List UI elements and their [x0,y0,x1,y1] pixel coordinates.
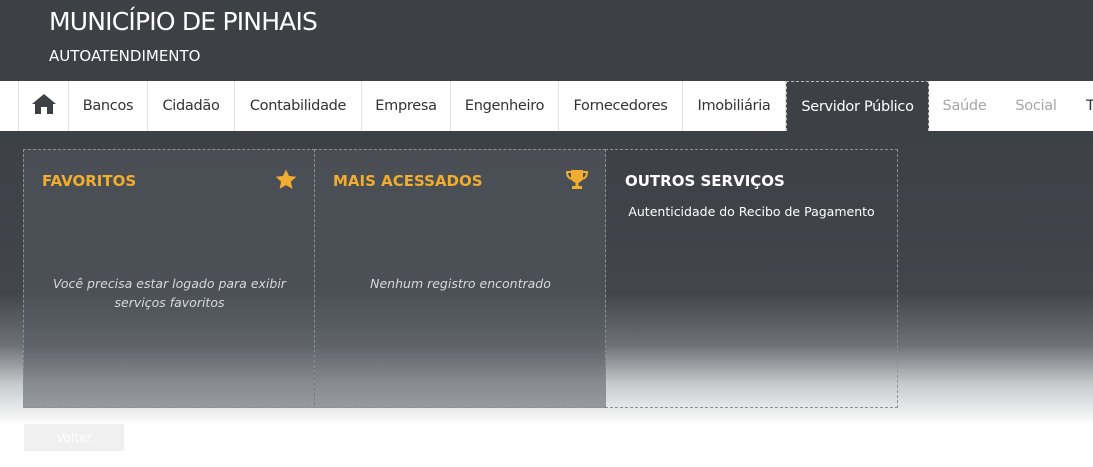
favoritos-message: Você precisa estar logado para exibir se… [53,276,286,310]
nav-item-bancos[interactable]: Bancos [69,81,148,131]
favoritos-panel: FAVORITOS Você precisa estar logado para… [23,149,315,408]
favoritos-title: FAVORITOS [42,172,137,190]
nav-item-engenheiro[interactable]: Engenheiro [451,81,559,131]
nav-item-truncated[interactable]: T [1072,81,1093,131]
nav-item-social[interactable]: Social [1000,81,1072,131]
nav-item-empresa[interactable]: Empresa [362,81,451,131]
nav-item-cidadao[interactable]: Cidadão [148,81,235,131]
home-icon [31,93,57,119]
page-subtitle: AUTOATENDIMENTO [49,47,201,65]
page-title: MUNICÍPIO DE PINHAIS [49,7,318,36]
mais-acessados-panel: MAIS ACESSADOS Nenhum registro encontrad… [314,149,606,408]
nav-item-servidor-publico[interactable]: Servidor Público [786,81,929,131]
trophy-icon [565,169,589,194]
top-nav: Bancos Cidadão Contabilidade Empresa Eng… [0,81,1093,131]
outros-servicos-title: OUTROS SERVIÇOS [625,172,785,190]
nav-item-fornecedores[interactable]: Fornecedores [559,81,683,131]
star-icon [275,169,297,194]
voltar-button[interactable]: Voltar [24,424,124,451]
nav-home-button[interactable] [18,81,69,131]
autenticidade-recibo-link[interactable]: Autenticidade do Recibo de Pagamento [606,204,897,219]
outros-servicos-panel: OUTROS SERVIÇOS Autenticidade do Recibo … [605,149,898,408]
nav-item-contabilidade[interactable]: Contabilidade [235,81,362,131]
header: MUNICÍPIO DE PINHAIS AUTOATENDIMENTO [0,0,1093,81]
nav-item-saude[interactable]: Saúde [929,81,1000,131]
mais-acessados-message: Nenhum registro encontrado [370,276,551,291]
mais-acessados-title: MAIS ACESSADOS [333,172,483,190]
nav-item-imobiliaria[interactable]: Imobiliária [683,81,786,131]
